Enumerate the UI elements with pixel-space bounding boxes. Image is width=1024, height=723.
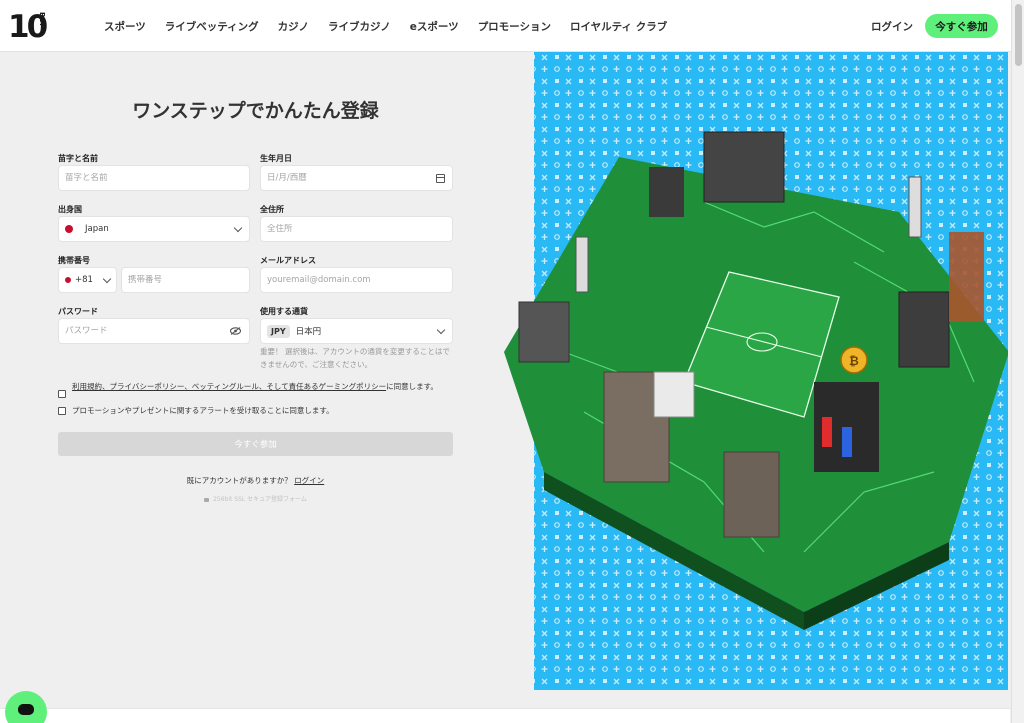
nav-casino[interactable]: カジノ <box>278 19 309 34</box>
brand-logo[interactable]: 10 BET <box>8 10 52 44</box>
address-label: 全住所 <box>260 205 284 214</box>
eye-off-icon[interactable] <box>230 327 241 335</box>
japan-flag-icon <box>65 277 71 283</box>
dob-label: 生年月日 <box>260 154 292 163</box>
password-field[interactable] <box>58 318 250 344</box>
chevron-down-icon <box>436 325 446 335</box>
country-select[interactable]: Japan <box>58 216 250 242</box>
chevron-down-icon <box>233 223 243 233</box>
page-scrollbar[interactable] <box>1011 0 1024 723</box>
currency-note: 重要！ 選択後は、アカウントの通貨を変更することはできませんので、ご注意ください… <box>260 347 450 369</box>
promo-checkbox[interactable] <box>58 407 66 415</box>
nav-loyalty-club[interactable]: ロイヤルティ クラブ <box>570 19 667 34</box>
header-login-link[interactable]: ログイン <box>871 19 913 34</box>
address-input[interactable] <box>267 224 446 234</box>
have-account-label: 既にアカウントがありますか？ <box>186 476 292 485</box>
email-input[interactable] <box>267 275 446 285</box>
currency-select[interactable]: JPY 日本円 <box>260 318 453 344</box>
name-label: 苗字と名前 <box>58 154 98 163</box>
phone-code-select[interactable]: +81 <box>58 267 117 293</box>
main-nav: スポーツ ライブベッティング カジノ ライブカジノ eスポーツ プロモーション … <box>104 0 686 52</box>
top-header: 10 BET スポーツ ライブベッティング カジノ ライブカジノ eスポーツ プ… <box>0 0 1024 52</box>
country-value: Japan <box>85 224 109 234</box>
japan-flag-icon <box>65 225 73 233</box>
currency-code: JPY <box>267 324 290 338</box>
terms-link[interactable]: 利用規約、プライバシーポリシー、ベッティングルール、そして責任あるゲーミングポリ… <box>72 382 386 391</box>
phone-input[interactable] <box>128 275 243 285</box>
circuit-board-illustration: ₿ <box>504 52 1009 690</box>
scrollbar-thumb[interactable] <box>1015 4 1022 66</box>
login-link[interactable]: ログイン <box>294 476 324 485</box>
password-label: パスワード <box>58 307 98 316</box>
phone-field[interactable] <box>121 267 250 293</box>
terms-suffix: に同意します。 <box>386 382 438 391</box>
name-input[interactable] <box>65 173 243 183</box>
terms-text: 利用規約、プライバシーポリシー、ベッティングルール、そして責任あるゲーミングポリ… <box>72 382 457 392</box>
svg-text:₿: ₿ <box>849 354 859 368</box>
hero-artwork: ₿ <box>504 52 1009 690</box>
footer-strip <box>0 708 1010 723</box>
email-field[interactable] <box>260 267 453 293</box>
name-field[interactable] <box>58 165 250 191</box>
dob-input[interactable] <box>267 173 446 183</box>
nav-esports[interactable]: eスポーツ <box>410 19 459 34</box>
chat-button[interactable] <box>5 691 47 723</box>
email-label: メールアドレス <box>260 256 316 265</box>
secure-form-note: 256bit SSL セキュア登録フォーム <box>58 494 453 503</box>
phone-label: 携帯番号 <box>58 256 90 265</box>
terms-checkbox[interactable] <box>58 390 66 398</box>
lock-icon <box>204 497 210 502</box>
calendar-icon[interactable] <box>436 174 445 183</box>
nav-live-casino[interactable]: ライブカジノ <box>328 19 391 34</box>
logo-bet: BET <box>38 12 46 27</box>
submit-button[interactable]: 今すぐ参加 <box>58 432 453 456</box>
chevron-down-icon <box>102 274 112 284</box>
country-label: 出身国 <box>58 205 82 214</box>
header-join-button[interactable]: 今すぐ参加 <box>925 14 998 38</box>
currency-value: 日本円 <box>295 327 322 337</box>
chat-bubble-icon <box>18 704 34 715</box>
nav-promotions[interactable]: プロモーション <box>478 19 551 34</box>
have-account-text: 既にアカウントがありますか？ ログイン <box>58 475 453 486</box>
currency-label: 使用する通貨 <box>260 307 308 316</box>
address-field[interactable] <box>260 216 453 242</box>
phone-code-value: +81 <box>75 275 93 285</box>
nav-live-betting[interactable]: ライブベッティング <box>165 19 259 34</box>
promo-text: プロモーションやプレゼントに関するアラートを受け取ることに同意します。 <box>72 406 334 415</box>
password-input[interactable] <box>65 326 243 336</box>
nav-sports[interactable]: スポーツ <box>104 19 146 34</box>
dob-field[interactable] <box>260 165 453 191</box>
secure-text: 256bit SSL セキュア登録フォーム <box>213 496 307 503</box>
form-title: ワンステップでかんたん登録 <box>132 100 379 122</box>
